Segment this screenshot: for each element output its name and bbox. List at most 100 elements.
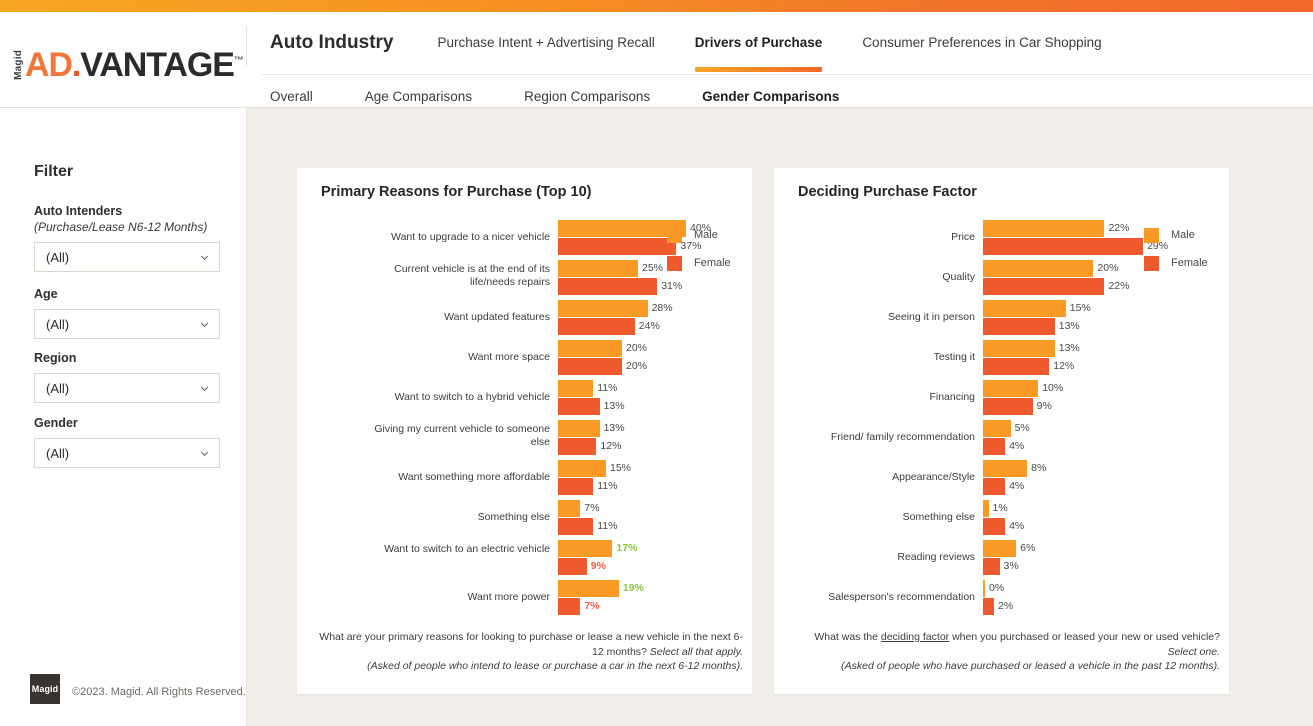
filter-panel-title: Filter: [34, 163, 74, 180]
bar-female[interactable]: [558, 398, 600, 415]
chart-row: Financing 10% 9%: [774, 380, 1229, 420]
bar-male[interactable]: [983, 420, 1011, 437]
bar-category-label: Price: [951, 231, 975, 243]
chart-row: Testing it 13% 12%: [774, 340, 1229, 380]
bar-female[interactable]: [558, 278, 658, 295]
bar-female[interactable]: [983, 238, 1144, 255]
legend-item-male[interactable]: Male: [667, 225, 731, 245]
bar-male[interactable]: [983, 540, 1017, 557]
bar-female[interactable]: [558, 558, 587, 575]
bar-category-label: Quality: [942, 271, 975, 283]
chevron-down-icon: [200, 451, 209, 456]
footnote-line: (Asked of people who intend to lease or …: [367, 660, 743, 672]
bar-value-label: 19%: [622, 582, 644, 594]
tab-consumer-preferences-in-car-shopping[interactable]: Consumer Preferences in Car Shopping: [862, 26, 1101, 60]
primary-navigation: Auto Industry Purchase Intent + Advertis…: [270, 26, 1142, 72]
bar-value-label: 25%: [642, 262, 664, 274]
bar-female[interactable]: [983, 518, 1006, 535]
bar-female[interactable]: [558, 358, 622, 375]
bar-male[interactable]: [983, 380, 1039, 397]
bar-male[interactable]: [558, 500, 581, 517]
bar-male[interactable]: [558, 340, 622, 357]
select-auto-intenders-value: (All): [46, 249, 70, 265]
select-gender[interactable]: (All): [34, 438, 220, 468]
bar-category-label: Testing it: [933, 351, 975, 363]
bar-male[interactable]: [983, 580, 985, 597]
card-deciding-purchase-factor: Deciding Purchase Factor Price 22% 29% Qual…: [774, 168, 1229, 694]
bar-female[interactable]: [558, 318, 635, 335]
bar-female[interactable]: [983, 358, 1050, 375]
bar-male[interactable]: [558, 420, 600, 437]
filter-sidebar: Filter Auto Intenders (Purchase/Lease N6…: [0, 108, 246, 726]
select-age-value: (All): [46, 316, 70, 332]
bar-male[interactable]: [558, 460, 606, 477]
bar-male[interactable]: [983, 460, 1028, 477]
tab-drivers-of-purchase[interactable]: Drivers of Purchase: [694, 26, 822, 72]
bar-male[interactable]: [983, 260, 1094, 277]
bar-female[interactable]: [983, 478, 1006, 495]
bar-category-label: Want updated features: [444, 311, 550, 323]
bar-value-label: 24%: [638, 320, 660, 332]
select-age[interactable]: (All): [34, 309, 220, 339]
bar-category-label: Seeing it in person: [888, 311, 975, 323]
footnote-line: (Asked of people who have purchased or l…: [841, 660, 1220, 672]
tab-purchase-intent-advertising-recall[interactable]: Purchase Intent + Advertising Recall: [438, 26, 655, 60]
footnote-line: What are your primary reasons for lookin…: [319, 631, 743, 643]
bar-category-label: Reading reviews: [897, 551, 975, 563]
legend-item-female[interactable]: Female: [1144, 253, 1208, 273]
bar-value-label: 28%: [651, 302, 673, 314]
bar-category-label: Financing: [929, 391, 975, 403]
chart-row: Friend/ family recommendation 5% 4%: [774, 420, 1229, 460]
bar-value-label: 7%: [584, 600, 600, 612]
bar-value-label: 12%: [600, 440, 622, 452]
legend-item-female[interactable]: Female: [667, 253, 731, 273]
bar-male[interactable]: [558, 300, 648, 317]
footnote-primary-reasons: What are your primary reasons for lookin…: [311, 630, 743, 674]
bar-female[interactable]: [983, 318, 1055, 335]
chart-title-primary-reasons: Primary Reasons for Purchase (Top 10): [321, 184, 592, 200]
bar-male[interactable]: [983, 500, 989, 517]
bar-female[interactable]: [983, 558, 1000, 575]
bar-female[interactable]: [558, 518, 594, 535]
bar-value-label: 13%: [1058, 320, 1080, 332]
bar-female[interactable]: [558, 438, 597, 455]
filter-region: Region (All): [34, 350, 220, 403]
bar-value-label: 13%: [1058, 342, 1080, 354]
bar-female[interactable]: [983, 278, 1105, 295]
bar-male[interactable]: [558, 580, 619, 597]
bar-female[interactable]: [983, 598, 995, 615]
bar-male[interactable]: [558, 260, 638, 277]
legend-item-male[interactable]: Male: [1144, 225, 1208, 245]
nav-separator: [262, 74, 1313, 75]
chevron-down-icon: [200, 386, 209, 391]
bar-value-label: 8%: [1031, 462, 1047, 474]
chevron-down-icon: [200, 255, 209, 260]
bar-male[interactable]: [558, 380, 594, 397]
bar-female[interactable]: [983, 398, 1033, 415]
bar-value-label: 20%: [1097, 262, 1119, 274]
bar-female[interactable]: [558, 598, 581, 615]
logo-vantage-text: VANTAGE: [80, 46, 235, 84]
magid-footer-logo: Magid: [30, 674, 60, 704]
logo-ad-text: AD: [25, 46, 73, 84]
bar-male[interactable]: [983, 220, 1105, 237]
bar-female[interactable]: [983, 438, 1006, 455]
bar-male[interactable]: [983, 300, 1066, 317]
filter-sublabel-auto-intenders: (Purchase/Lease N6-12 Months): [34, 220, 208, 234]
bar-category-label: Something else: [477, 511, 550, 523]
chart-row: Want to switch to a hybrid vehicle 11% 13%: [297, 380, 752, 420]
bar-value-label: 22%: [1108, 280, 1130, 292]
bar-category-label: Want more space: [468, 351, 550, 363]
bar-male[interactable]: [558, 540, 613, 557]
select-region[interactable]: (All): [34, 373, 220, 403]
bar-category-label: Current vehicle is at the end of its lif…: [394, 263, 550, 288]
bar-female[interactable]: [558, 478, 594, 495]
bar-female[interactable]: [558, 238, 677, 255]
bar-value-label: 9%: [1036, 400, 1052, 412]
advantage-logo[interactable]: Magid AD.VANTAGE™: [13, 38, 260, 92]
bar-male[interactable]: [983, 340, 1055, 357]
bar-value-label: 13%: [603, 422, 625, 434]
dashboard-content: Primary Reasons for Purchase (Top 10) Wa…: [247, 108, 1313, 726]
select-auto-intenders[interactable]: (All): [34, 242, 220, 272]
legend-label: Male: [1171, 229, 1195, 241]
